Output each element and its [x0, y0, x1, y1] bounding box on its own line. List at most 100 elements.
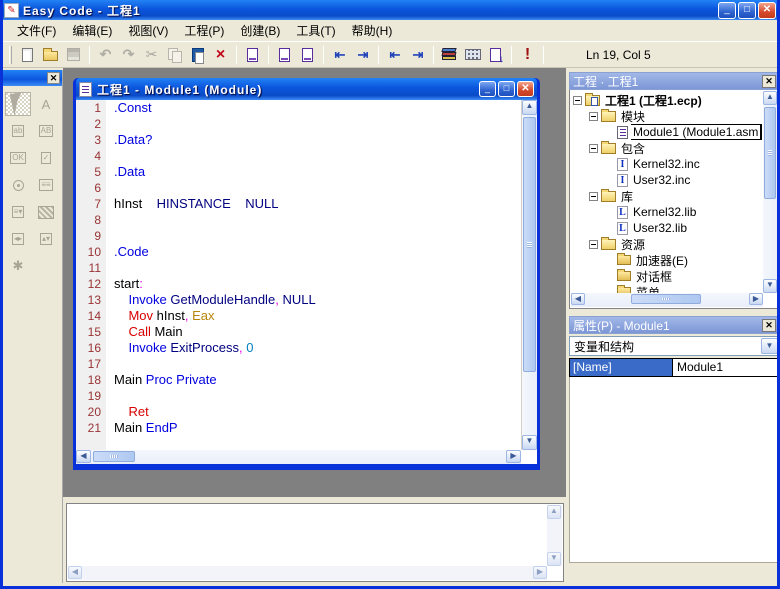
- tree-item-12[interactable]: 菜单: [571, 284, 762, 293]
- tree-hscrollbar[interactable]: ◀ ▶: [571, 293, 763, 307]
- scroll-left-icon[interactable]: ◀: [76, 450, 91, 463]
- toolbox-edit-box[interactable]: ab: [5, 119, 31, 143]
- redo-button[interactable]: ↷: [117, 44, 140, 66]
- tree-expander-icon[interactable]: [589, 112, 598, 121]
- scroll-up-icon[interactable]: ▲: [763, 91, 777, 105]
- scroll-down-icon[interactable]: ▼: [763, 279, 777, 293]
- scroll-up-icon[interactable]: ▲: [522, 100, 537, 115]
- scroll-down-icon[interactable]: ▼: [547, 552, 561, 566]
- scroll-right-icon[interactable]: ▶: [749, 293, 763, 305]
- tree-item-2[interactable]: Module1 (Module1.asm: [571, 124, 762, 140]
- tree-expander-icon[interactable]: [573, 96, 582, 105]
- link-button[interactable]: [484, 44, 507, 66]
- open-file-button[interactable]: [39, 44, 62, 66]
- module-properties-button[interactable]: [241, 44, 264, 66]
- tree-item-8[interactable]: LUser32.lib: [571, 220, 762, 236]
- code-editor[interactable]: 1.Const23.Data?45.Data67hInst HINSTANCE …: [76, 100, 521, 450]
- property-value-cell[interactable]: Module1: [673, 359, 779, 376]
- project-properties-button[interactable]: [296, 44, 319, 66]
- toolbox-radio-button[interactable]: [5, 173, 31, 197]
- editor-hscroll-thumb[interactable]: [93, 451, 135, 462]
- tree-item-9[interactable]: 资源: [571, 236, 762, 252]
- right-panel-column: 工程 · 工程1 ✕ 工程1 (工程1.ecp)模块Module1 (Modul…: [569, 70, 780, 583]
- tree-expander-icon[interactable]: [589, 192, 598, 201]
- property-category-dropdown[interactable]: 变量和结构 ▼: [569, 336, 780, 356]
- property-name-cell[interactable]: [Name]: [570, 359, 673, 376]
- editor-titlebar[interactable]: 工程1 - Module1 (Module) _ □ ✕: [76, 78, 537, 100]
- maximize-button[interactable]: □: [738, 2, 756, 19]
- scroll-up-icon[interactable]: ▲: [547, 505, 561, 519]
- tree-vscrollbar[interactable]: ▲ ▼: [763, 91, 778, 293]
- run-button[interactable]: !: [516, 44, 539, 66]
- toolbox-pointer[interactable]: [5, 92, 31, 116]
- scroll-right-icon[interactable]: ▶: [506, 450, 521, 463]
- scroll-left-icon[interactable]: ◀: [571, 293, 585, 305]
- assemble-button[interactable]: [438, 44, 461, 66]
- properties-panel-close-icon[interactable]: ✕: [762, 319, 776, 332]
- menu-item-v[interactable]: 视图(V): [120, 19, 176, 42]
- toolbox-combo-box[interactable]: ≡▾: [5, 200, 31, 224]
- toolbox-list-box[interactable]: ≡≡: [33, 173, 59, 197]
- editor-vscrollbar[interactable]: ▲ ▼: [521, 100, 537, 450]
- menu-item-e[interactable]: 编辑(E): [64, 19, 120, 42]
- build-button[interactable]: [461, 44, 484, 66]
- output-hscrollbar[interactable]: ◀ ▶: [68, 566, 547, 580]
- minimize-button[interactable]: _: [718, 2, 736, 19]
- toolbox-image[interactable]: [33, 200, 59, 224]
- scroll-down-icon[interactable]: ▼: [522, 435, 537, 450]
- menu-item-t[interactable]: 工具(T): [288, 19, 343, 42]
- tree-item-3[interactable]: 包含: [571, 140, 762, 156]
- resource-editor-button[interactable]: [273, 44, 296, 66]
- menu-item-f[interactable]: 文件(F): [9, 19, 64, 42]
- output-vscrollbar[interactable]: ▲ ▼: [547, 505, 562, 566]
- editor-maximize-button[interactable]: □: [498, 81, 515, 97]
- indent-button[interactable]: ⇥: [351, 44, 374, 66]
- tree-expander-icon[interactable]: [589, 240, 598, 249]
- tree-item-7[interactable]: LKernel32.lib: [571, 204, 762, 220]
- menu-item-p[interactable]: 工程(P): [176, 19, 232, 42]
- toolbox-updown[interactable]: ▴▾: [33, 227, 59, 251]
- tree-item-10[interactable]: 加速器(E): [571, 252, 762, 268]
- tree-item-5[interactable]: IUser32.inc: [571, 172, 762, 188]
- scroll-left-icon[interactable]: ◀: [68, 566, 82, 579]
- menu-item-h[interactable]: 帮助(H): [344, 19, 401, 42]
- copy-button[interactable]: [163, 44, 186, 66]
- toolbox-label[interactable]: AB: [33, 119, 59, 143]
- editor-vscroll-thumb[interactable]: [523, 117, 536, 372]
- tree-item-0[interactable]: 工程1 (工程1.ecp): [571, 92, 762, 108]
- new-file-button[interactable]: [16, 44, 39, 66]
- paste-button[interactable]: [186, 44, 209, 66]
- output-panel[interactable]: ▲ ▼ ◀ ▶: [66, 503, 564, 582]
- toolbox-static-text[interactable]: A: [33, 92, 59, 116]
- editor-close-button[interactable]: ✕: [517, 81, 534, 97]
- property-row[interactable]: [Name]Module1: [569, 358, 780, 377]
- toolbox-hscrollbar[interactable]: ◂▸: [5, 227, 31, 251]
- delete-button[interactable]: ×: [209, 44, 232, 66]
- cut-button[interactable]: ✂: [140, 44, 163, 66]
- tree-hscroll-thumb[interactable]: [631, 294, 701, 304]
- checkbox-icon: ✓: [41, 152, 52, 164]
- toolbox-checkbox[interactable]: ✓: [33, 146, 59, 170]
- toolbox-ok-button[interactable]: OK: [5, 146, 31, 170]
- toolbox-custom-control[interactable]: ✱: [5, 254, 31, 278]
- tree-item-6[interactable]: 库: [571, 188, 762, 204]
- save-file-button[interactable]: [62, 44, 85, 66]
- undo-button[interactable]: ↶: [94, 44, 117, 66]
- editor-hscrollbar[interactable]: ◀ ▶: [76, 450, 521, 464]
- uncomment-block-button[interactable]: ⇥: [406, 44, 429, 66]
- menu-item-b[interactable]: 创建(B): [232, 19, 288, 42]
- tree-expander-icon[interactable]: [589, 144, 598, 153]
- tree-item-1[interactable]: 模块: [571, 108, 762, 124]
- tree-item-4[interactable]: IKernel32.inc: [571, 156, 762, 172]
- scroll-right-icon[interactable]: ▶: [533, 566, 547, 579]
- close-button[interactable]: ✕: [758, 2, 776, 19]
- toolbox-panel: ✕ AabABOK ✓ ≡≡≡▾ ◂▸▴▾✱: [3, 70, 63, 583]
- unindent-button[interactable]: ⇤: [328, 44, 351, 66]
- chevron-down-icon[interactable]: ▼: [761, 338, 778, 354]
- project-panel-close-icon[interactable]: ✕: [762, 75, 776, 88]
- tree-item-11[interactable]: 对话框: [571, 268, 762, 284]
- editor-minimize-button[interactable]: _: [479, 81, 496, 97]
- comment-block-button[interactable]: ⇤: [383, 44, 406, 66]
- toolbox-close-icon[interactable]: ✕: [47, 72, 60, 84]
- tree-vscroll-thumb[interactable]: [764, 107, 776, 199]
